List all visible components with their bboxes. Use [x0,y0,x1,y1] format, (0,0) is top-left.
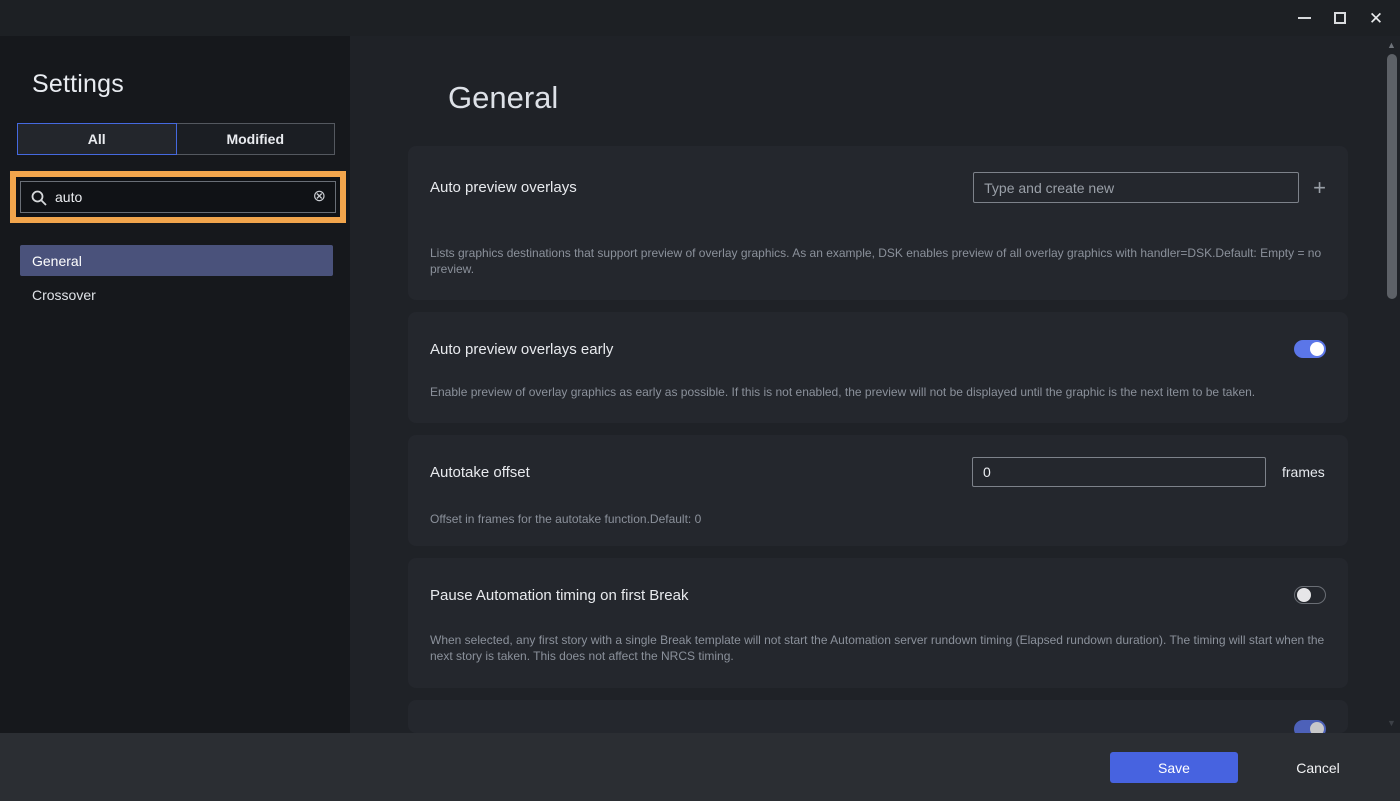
clear-search-icon[interactable]: ⊗ [313,189,326,205]
pause-automation-toggle[interactable] [1294,586,1326,604]
cancel-button[interactable]: Cancel [1272,752,1364,783]
search-icon [30,189,48,207]
tab-all[interactable]: All [17,123,177,155]
tab-modified[interactable]: Modified [176,123,336,155]
dialog-footer: Save Cancel [0,733,1400,801]
setting-row-pause-automation-timing: Pause Automation timing on first Break W… [408,558,1348,688]
settings-nav-list: General Crossover [0,245,350,310]
sidebar-title: Settings [32,70,350,99]
save-button[interactable]: Save [1110,752,1238,783]
search-box: ⊗ [20,181,336,213]
window-titlebar: ✕ [0,0,1400,36]
add-icon[interactable]: + [1313,177,1326,199]
scrollbar-thumb[interactable] [1387,54,1397,299]
scroll-up-icon[interactable]: ▲ [1386,40,1397,52]
auto-preview-early-toggle[interactable] [1294,340,1326,358]
search-highlight-frame: ⊗ [10,171,346,223]
setting-description: Enable preview of overlay graphics as ea… [430,384,1326,400]
close-icon: ✕ [1369,10,1383,27]
sidebar-item-general[interactable]: General [20,245,333,276]
vertical-scrollbar[interactable]: ▲ ▼ [1386,40,1397,730]
maximize-button[interactable] [1322,3,1358,33]
setting-row-partial [408,700,1348,733]
page-title: General [448,80,1400,116]
unit-label: frames [1282,464,1326,480]
close-button[interactable]: ✕ [1358,3,1394,33]
setting-row-auto-preview-overlays-early: Auto preview overlays early Enable previ… [408,312,1348,423]
minimize-button[interactable] [1286,3,1322,33]
setting-title: Autotake offset [430,464,530,481]
setting-title: Pause Automation timing on first Break [430,587,688,604]
setting-title: Auto preview overlays early [430,341,613,358]
maximize-icon [1334,12,1346,24]
setting-description: Offset in frames for the autotake functi… [430,511,1326,527]
filter-tabs: All Modified [17,123,335,155]
settings-sidebar: Settings All Modified ⊗ General Crossove… [0,36,350,733]
search-input[interactable] [21,182,335,212]
overlay-destination-input[interactable] [973,172,1299,203]
setting-row-auto-preview-overlays: Auto preview overlays + Lists graphics d… [408,146,1348,300]
partial-row-toggle[interactable] [1294,720,1326,733]
autotake-offset-input[interactable] [972,457,1266,487]
setting-row-autotake-offset: Autotake offset frames Offset in frames … [408,435,1348,546]
settings-rows: Auto preview overlays + Lists graphics d… [408,146,1348,733]
sidebar-item-crossover[interactable]: Crossover [20,279,333,310]
setting-title: Auto preview overlays [430,179,577,196]
scroll-down-icon[interactable]: ▼ [1386,718,1397,728]
setting-description: When selected, any first story with a si… [430,632,1326,664]
settings-main-panel: General Auto preview overlays + Lists gr… [350,36,1400,733]
minimize-icon [1298,17,1311,19]
setting-description: Lists graphics destinations that support… [430,245,1326,277]
